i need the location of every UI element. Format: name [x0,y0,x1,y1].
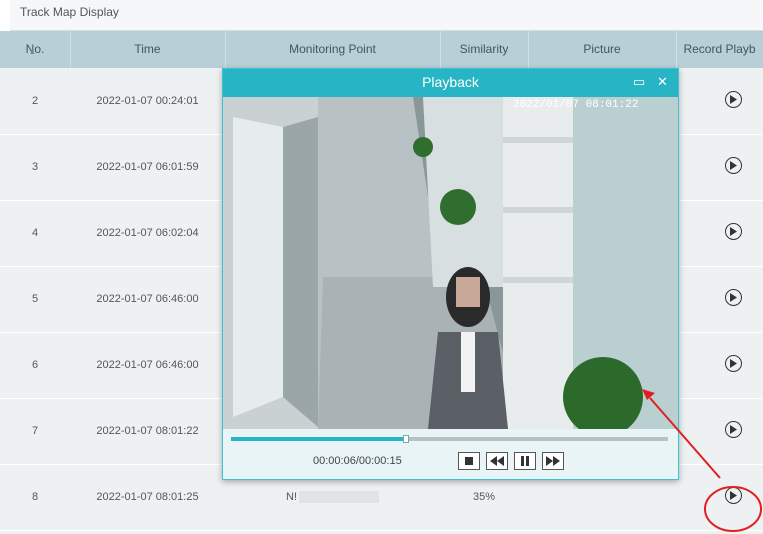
highlight-circle [704,486,762,532]
annotation-arrow [642,389,762,532]
